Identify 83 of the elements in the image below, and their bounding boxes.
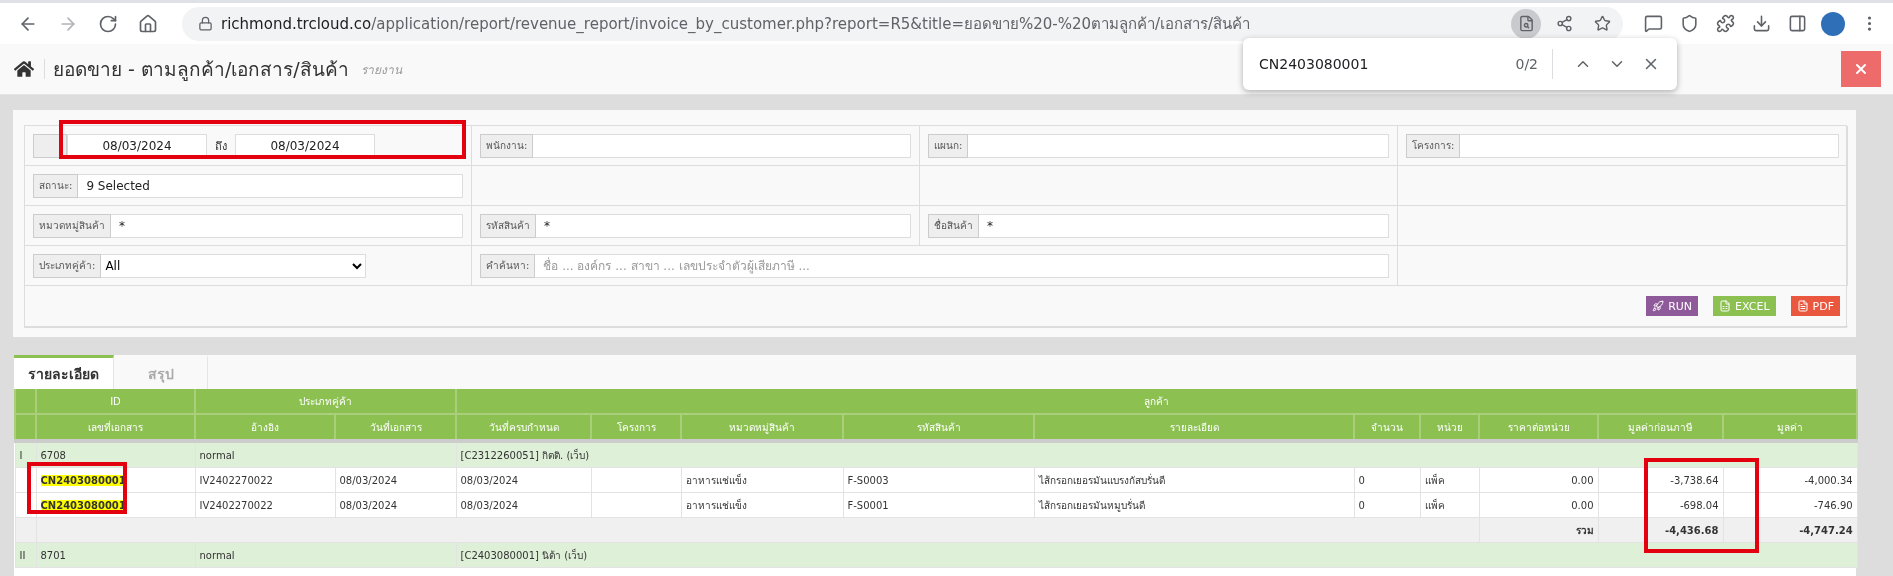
field-label: แผนก:: [928, 133, 969, 158]
total-label: รวม: [1479, 517, 1598, 543]
find-count: 0/2: [1515, 49, 1553, 79]
avatar-icon[interactable]: [1821, 11, 1845, 36]
header-cell: วันที่ครบกำหนด: [456, 414, 591, 441]
header-cell: หมวดหมู่สินค้า: [681, 414, 843, 441]
date-from-field[interactable]: 08/03/2024: [67, 133, 207, 158]
input-field[interactable]: *: [111, 213, 463, 238]
home-icon: [138, 13, 158, 34]
document-icon: [1796, 300, 1809, 312]
table-cell: II: [15, 542, 36, 568]
search-icon[interactable]: [1511, 8, 1541, 39]
field-label: พนักงาน:: [480, 133, 534, 158]
field-label: สถานะ:: [33, 173, 79, 198]
header-cell: จำนวน: [1354, 414, 1420, 441]
header-cell: [15, 389, 36, 414]
pdf-button[interactable]: PDF: [1790, 296, 1840, 316]
header-cell: ราคาต่อหน่วย: [1479, 414, 1598, 441]
table-cell: อาหารแช่แข็ง: [681, 492, 843, 518]
tab[interactable]: รายละเอียด: [14, 355, 114, 389]
input-field[interactable]: [533, 133, 911, 158]
partner-type-select[interactable]: All: [101, 253, 367, 278]
table-cell: [C2312260051] กิตติ. (เว็บ): [456, 441, 1858, 468]
table-cell: 08/03/2024: [456, 467, 591, 493]
table-cell: IV2402270022: [195, 492, 335, 518]
table-cell: 08/03/2024: [335, 467, 456, 493]
url-host: richmond.trcloud.co: [221, 14, 372, 33]
table-cell: ไส้กรอกเยอรมันแบรงกัสบรั่นดี: [1034, 467, 1354, 493]
header-cell: อ้างอิง: [195, 414, 335, 441]
field-label: โครงการ:: [1406, 133, 1461, 158]
table-cell: 0.00: [1479, 467, 1598, 493]
address-bar[interactable]: richmond.trcloud.co/application/report/revenue_report/invoice_by_customer.php?report=R5&title=ยอดขาย%20-%20ตามลูกค้า/เอกสาร/สินค้า: [182, 6, 1623, 41]
header-cell: ID: [36, 389, 195, 414]
search-match: CN2403080001: [40, 499, 126, 511]
input-field[interactable]: [1460, 133, 1839, 158]
header-cell: โครงการ: [591, 414, 681, 441]
table-cell: ไส้กรอกเยอรมันหมูบรั่นดี: [1034, 492, 1354, 518]
header-cell: [15, 414, 36, 441]
table-cell: 0.00: [1479, 492, 1598, 518]
home-icon[interactable]: [14, 59, 45, 79]
header-cell: ลูกค้า: [456, 389, 1858, 414]
close-icon: [1853, 61, 1869, 77]
run-button[interactable]: RUN: [1646, 296, 1699, 316]
header-cell: ประเภทคู่ค้า: [195, 389, 456, 414]
url-path: /application/report/revenue_report/invoice_by_customer.php?report=R5&title=ยอดขาย%20-%20ตามลูกค้า/เอกสาร/สินค้า: [371, 13, 1251, 35]
spreadsheet-icon: [1719, 300, 1732, 312]
field-label: ชื่อสินค้า: [928, 213, 979, 238]
input-field[interactable]: *: [536, 213, 911, 238]
field-label: รหัสสินค้า: [480, 213, 536, 238]
field-label: คำค้นหา:: [480, 253, 536, 278]
table-cell: F-S0001: [843, 492, 1034, 518]
header-cell: วันที่เอกสาร: [335, 414, 456, 441]
field-label: หมวดหมู่สินค้า: [33, 213, 111, 238]
date-separator: ถึง: [215, 138, 227, 155]
table-cell: [15, 517, 36, 543]
find-query[interactable]: CN2403080001: [1259, 56, 1516, 72]
search-field[interactable]: ชื่อ ... องค์กร ... สาขา ... เลขประจำตัวผู้เสียภาษี ...: [535, 253, 1389, 278]
input-field[interactable]: [968, 133, 1389, 158]
header-cell: รหัสสินค้า: [843, 414, 1034, 441]
table-cell: 08/03/2024: [456, 492, 591, 518]
table-cell: [C2403080001] นิต้า (เว็บ): [456, 542, 1858, 568]
header-cell: รายละเอียด: [1034, 414, 1354, 441]
table-cell: normal: [195, 441, 456, 468]
header-cell: เลขที่เอกสาร: [36, 414, 195, 441]
close-button[interactable]: [1841, 51, 1881, 87]
search-match: CN2403080001: [40, 474, 126, 486]
table-cell: F-S0003: [843, 467, 1034, 493]
rocket-icon: [1652, 300, 1665, 312]
input-field[interactable]: *: [979, 213, 1389, 238]
lock-icon: [198, 16, 213, 31]
table-cell: 08/03/2024: [335, 492, 456, 518]
header-cell: มูลค่า: [1723, 414, 1858, 441]
table-cell: อาหารแช่แข็ง: [681, 467, 843, 493]
table-cell: IV2402270022: [195, 467, 335, 493]
table-cell: 8701: [36, 542, 195, 568]
input-field[interactable]: 9 Selected: [78, 173, 463, 198]
page-subtitle: รายงาน: [360, 61, 402, 79]
header-cell: มูลค่าก่อนภาษี: [1598, 414, 1723, 441]
field-label: ประเภทคู่ค้า:: [33, 253, 102, 278]
reload-icon: [98, 13, 118, 34]
page-title: ยอดขาย - ตามลูกค้า/เอกสาร/สินค้า: [53, 57, 349, 83]
date-to-field[interactable]: 08/03/2024: [235, 133, 375, 158]
table-cell: normal: [195, 542, 456, 568]
